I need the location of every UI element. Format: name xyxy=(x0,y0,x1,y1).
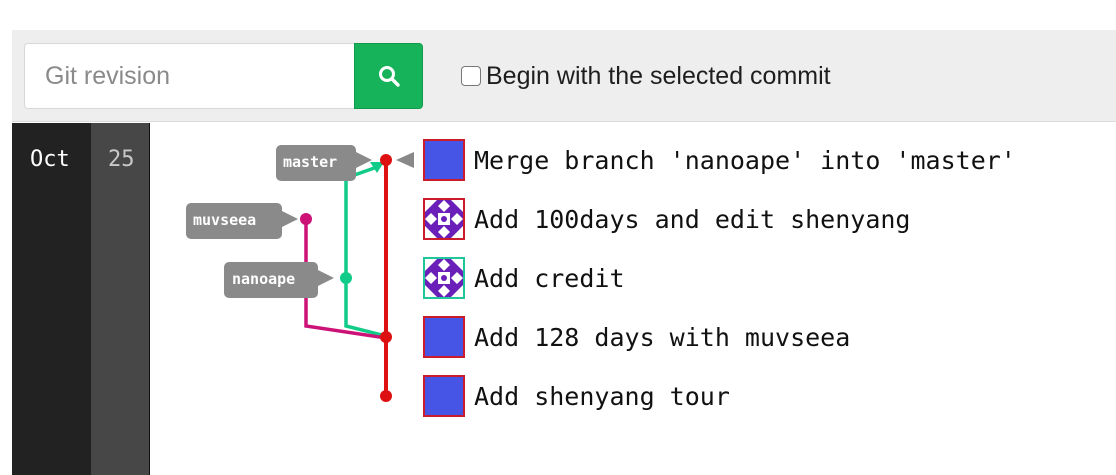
identicon-icon xyxy=(425,259,463,297)
ref-label-muvseea-text: muvseea xyxy=(193,211,256,229)
commit-row[interactable]: Add credit xyxy=(423,257,625,299)
commit-dot-2[interactable] xyxy=(300,213,312,225)
commit-dot-1[interactable] xyxy=(380,154,392,166)
identicon-icon xyxy=(425,200,463,238)
author-avatar xyxy=(423,375,465,417)
commit-message: Add credit xyxy=(474,263,625,293)
commit-row[interactable]: Merge branch 'nanoape' into 'master' xyxy=(423,139,1016,181)
commit-message: Merge branch 'nanoape' into 'master' xyxy=(474,145,1016,175)
ref-label-nanoape-text: nanoape xyxy=(232,270,295,288)
selected-commit-pointer-icon xyxy=(396,152,414,168)
author-avatar xyxy=(423,139,465,181)
commit-dot-4[interactable] xyxy=(380,331,392,343)
commit-row[interactable]: Add 128 days with muvseea xyxy=(423,316,850,358)
commit-row[interactable]: Add 100days and edit shenyang xyxy=(423,198,911,240)
commit-message: Add 128 days with muvseea xyxy=(474,322,851,352)
commit-message: Add 100days and edit shenyang xyxy=(474,204,911,234)
ref-label-nanoape[interactable]: nanoape xyxy=(224,262,334,298)
nanoape-branch-line xyxy=(344,164,387,338)
commit-dot-3[interactable] xyxy=(340,272,352,284)
author-avatar xyxy=(423,257,465,299)
commit-message: Add shenyang tour xyxy=(474,381,730,411)
ref-label-muvseea[interactable]: muvseea xyxy=(186,203,298,239)
commit-row[interactable]: Add shenyang tour xyxy=(423,375,730,417)
author-avatar xyxy=(423,198,465,240)
ref-label-master-text: master xyxy=(283,153,337,171)
commit-dot-5[interactable] xyxy=(380,390,392,402)
author-avatar xyxy=(423,316,465,358)
